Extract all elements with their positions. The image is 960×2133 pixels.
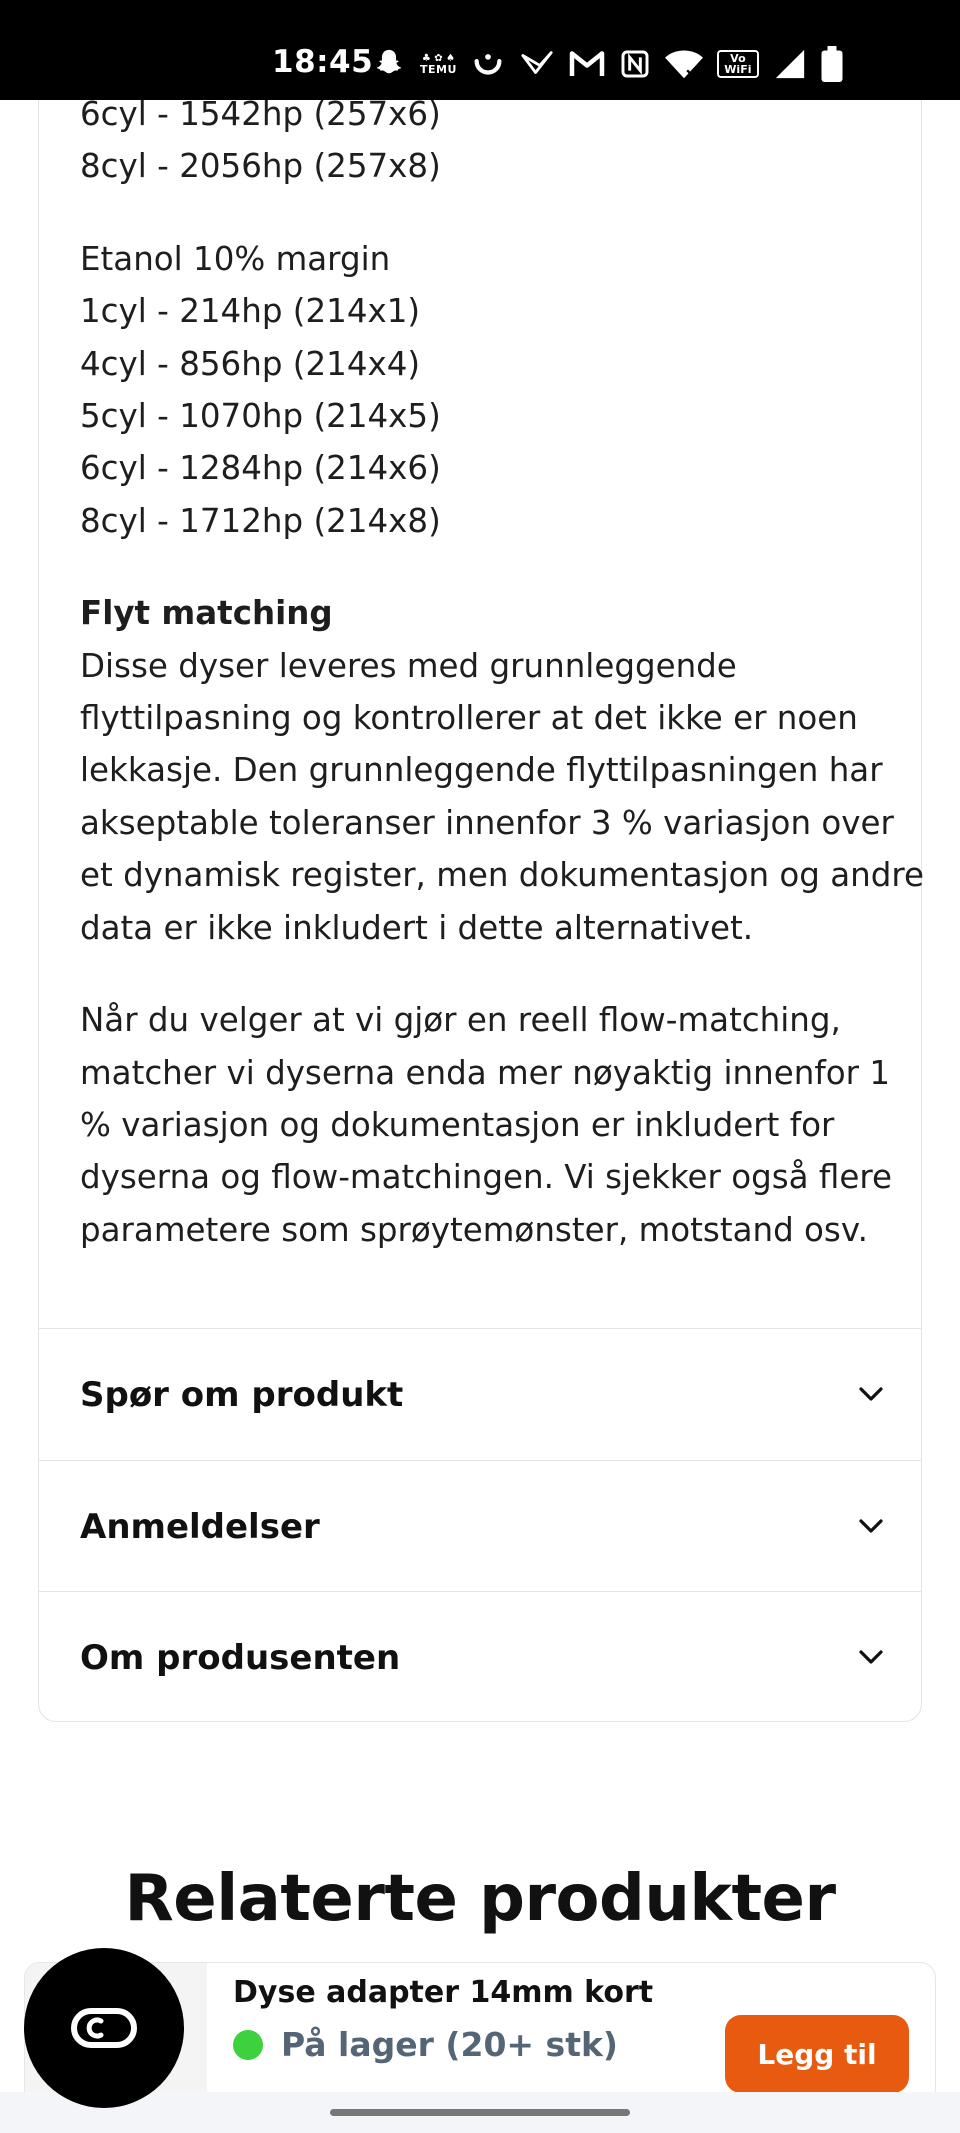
smile-app-icon	[471, 47, 505, 81]
bird-app-icon	[519, 47, 555, 81]
status-time: 18:45	[272, 44, 374, 80]
flow-paragraph-line: flyttilpasning og kontrollerer at det ik…	[80, 699, 858, 738]
etanol-heading: Etanol 10% margin	[80, 239, 391, 278]
nfc-icon	[619, 48, 651, 80]
flow-paragraph-line: lekkasje. Den grunnleggende flyttilpasni…	[80, 751, 883, 790]
gesture-handle[interactable]	[330, 2109, 630, 2116]
wifi-icon	[664, 48, 703, 80]
accordion-label: Spør om produkt	[80, 1374, 404, 1415]
temu-label: TEMU	[420, 63, 457, 76]
desc-line-8cyl-e85: 8cyl - 2056hp (257x8)	[80, 147, 441, 186]
snapchat-icon	[372, 47, 406, 81]
chat-button[interactable]	[24, 1948, 184, 2108]
accordion-ask-about-product[interactable]: Spør om produkt	[38, 1328, 922, 1459]
system-navigation-bar	[0, 2092, 960, 2133]
flow-paragraph-line: akseptable toleranser innenfor 3 % varia…	[80, 803, 894, 842]
product-name[interactable]: Dyse adapter 14mm kort	[233, 1975, 653, 2010]
flow-paragraph2-line: dyserna og flow-matchingen. Vi sjekker o…	[80, 1158, 893, 1197]
etanol-line: 5cyl - 1070hp (214x5)	[80, 397, 441, 436]
accordion-about-manufacturer[interactable]: Om produsenten	[38, 1591, 922, 1722]
stock-status: På lager (20+ stk)	[233, 2025, 618, 2064]
flow-paragraph-line: Disse dyser leveres med grunnleggende	[80, 646, 737, 685]
battery-icon	[821, 46, 843, 82]
status-bar: 18:45 ♣ ✿ ♠ TEMU Vo WiFi	[0, 0, 960, 100]
chevron-down-icon	[859, 1387, 883, 1401]
etanol-line: 8cyl - 1712hp (214x8)	[80, 501, 441, 540]
accordion-reviews[interactable]: Anmeldelser	[38, 1460, 922, 1591]
accordion-label: Om produsenten	[80, 1637, 401, 1678]
etanol-line: 1cyl - 214hp (214x1)	[80, 292, 421, 331]
etanol-line: 4cyl - 856hp (214x4)	[80, 344, 421, 383]
add-to-cart-button[interactable]: Legg til	[725, 2015, 909, 2093]
temu-icon: ♣ ✿ ♠ TEMU	[420, 53, 457, 76]
chevron-down-icon	[859, 1650, 883, 1664]
flow-matching-heading: Flyt matching	[80, 594, 333, 633]
product-description: 6cyl - 1542hp (257x6) 8cyl - 2056hp (257…	[80, 88, 925, 1256]
cell-signal-icon	[773, 47, 807, 81]
chevron-down-icon	[859, 1519, 883, 1533]
flow-paragraph2-line: % variasjon og dokumentasjon er inkluder…	[80, 1105, 835, 1144]
accordion-label: Anmeldelser	[80, 1506, 320, 1547]
in-stock-dot-icon	[233, 2029, 263, 2060]
flow-paragraph2-line: parametere som sprøytemønster, motstand …	[80, 1210, 868, 1249]
flow-paragraph-line: data er ikke inkludert i dette alternati…	[80, 908, 754, 947]
status-icons: ♣ ✿ ♠ TEMU Vo WiFi	[372, 44, 843, 84]
related-products-title: Relaterte produkter	[124, 1862, 837, 1936]
flow-paragraph2-line: matcher vi dyserna enda mer nøyaktig inn…	[80, 1053, 891, 1092]
etanol-line: 6cyl - 1284hp (214x6)	[80, 449, 441, 488]
stock-text: På lager (20+ stk)	[281, 2025, 618, 2064]
gmail-icon	[569, 49, 605, 79]
flow-paragraph2-line: Når du velger at vi gjør en reell flow-m…	[80, 1001, 841, 1040]
vowifi-icon: Vo WiFi	[716, 50, 759, 78]
flow-paragraph-line: et dynamisk register, men dokumentasjon …	[80, 856, 925, 895]
chat-bubble-icon	[71, 2008, 137, 2048]
